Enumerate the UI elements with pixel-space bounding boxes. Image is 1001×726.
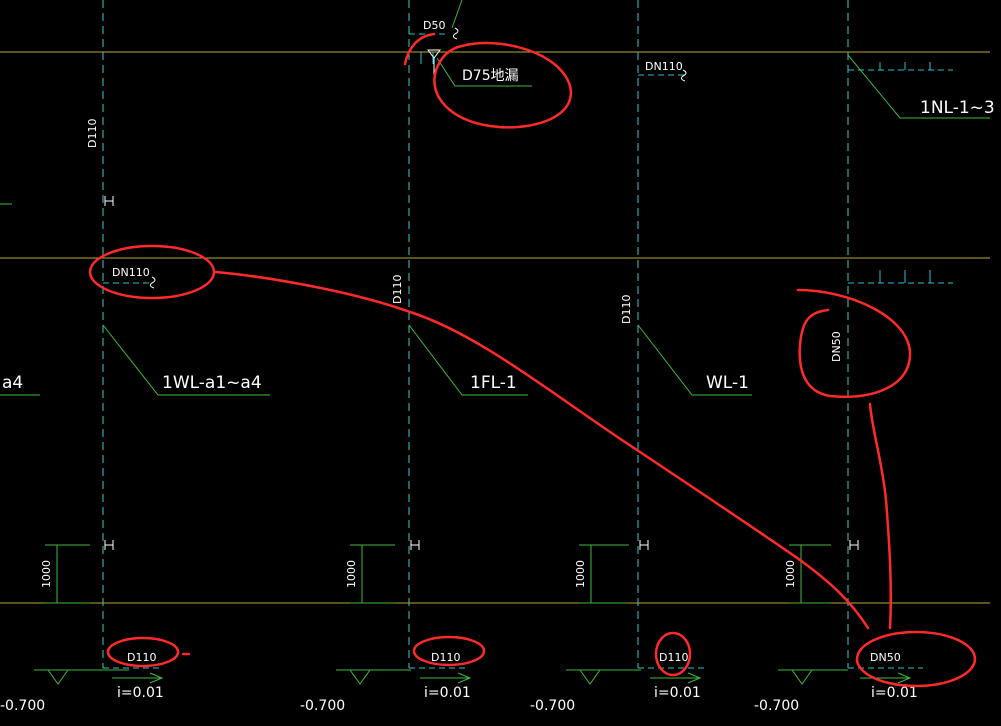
dimension-label-3: 1000 (574, 560, 587, 588)
label-d110-col1: D110 (86, 119, 99, 148)
h-marker (849, 540, 859, 550)
leader-d50 (451, 0, 463, 29)
floor-lines (0, 51, 990, 604)
label-d50-top: D50 (423, 19, 445, 32)
small-symbols (149, 27, 687, 289)
slope-label-3: i=0.01 (654, 685, 701, 701)
elevation-label-3: -0.700 (530, 698, 575, 714)
trap-symbol-top (452, 27, 459, 40)
label-nl-1-3: 1NL-1~3 (920, 98, 995, 118)
markup-connector-long (214, 270, 870, 630)
label-dn110-right: DN110 (645, 60, 683, 73)
elevation-label-4: -0.700 (754, 698, 799, 714)
slope-arrow-1 (112, 672, 164, 684)
elevation-label-2: -0.700 (300, 698, 345, 714)
dimension-label-4: 1000 (784, 560, 797, 588)
label-dn50-col4: DN50 (830, 331, 843, 362)
h-marker (410, 540, 420, 550)
elevation-mark-3 (566, 669, 641, 685)
axis-lines (102, 0, 849, 668)
trap-symbol-col1 (149, 276, 156, 289)
slope-arrows (112, 672, 912, 684)
h-marker (104, 196, 114, 206)
markup-connector-right (868, 402, 893, 630)
elevation-marks (34, 669, 848, 685)
label-1wl-a1-a4: 1WL-a1~a4 (162, 373, 262, 393)
pipe-label-1: D110 (127, 651, 156, 664)
slope-arrow-2 (420, 672, 472, 684)
drawing-labels: D50 D75地漏 DN110 1NL-1~3 D110 DN110 D110 … (0, 19, 995, 714)
pipe-stubs (103, 33, 953, 669)
markup-circle-dn50-mid (796, 288, 912, 398)
h-marker (639, 540, 649, 550)
pipe-label-4: DN50 (870, 651, 901, 664)
elevation-mark-4 (778, 669, 848, 685)
label-d75-drain: D75地漏 (462, 68, 519, 84)
h-marker (104, 540, 114, 550)
pipe-stub-ticks (420, 52, 931, 283)
label-1fl-1: 1FL-1 (470, 373, 517, 393)
elevation-mark-2 (336, 669, 411, 685)
dimension-label-2: 1000 (345, 560, 358, 588)
elevation-mark-1 (34, 669, 129, 685)
pipe-label-2: D110 (431, 651, 460, 664)
slope-label-2: i=0.01 (424, 685, 471, 701)
elevation-label-1: -0.700 (0, 698, 45, 714)
dimension-label-1: 1000 (40, 560, 53, 588)
label-d110-col3: D110 (620, 295, 633, 324)
label-dn110-left: DN110 (112, 266, 150, 279)
slope-label-1: i=0.01 (117, 685, 164, 701)
label-d110-col2: D110 (391, 275, 404, 304)
cad-drawing: D50 D75地漏 DN110 1NL-1~3 D110 DN110 D110 … (0, 0, 995, 714)
label-wl-1: WL-1 (706, 373, 749, 393)
label-wl-a4-left: a4 (2, 373, 23, 393)
dimension-brackets (45, 544, 831, 604)
markup-circle-dn110 (88, 244, 216, 300)
slope-label-4: i=0.01 (871, 685, 918, 701)
pipe-label-3: D110 (659, 651, 688, 664)
